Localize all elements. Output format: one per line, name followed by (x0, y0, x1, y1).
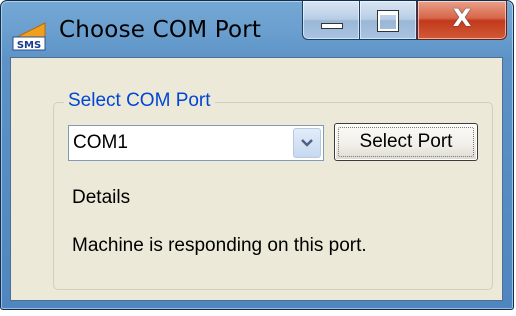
details-label: Details (72, 187, 131, 208)
select-com-port-group: Select COM Port COM1 Select Port Details… (53, 90, 493, 290)
com-port-dropdown[interactable]: COM1 (68, 125, 324, 161)
close-button[interactable]: X (417, 1, 507, 40)
select-port-button-label: Select Port (359, 131, 453, 152)
maximize-icon (377, 10, 399, 32)
caption-buttons: X (302, 1, 507, 41)
maximize-button[interactable] (360, 1, 417, 40)
status-text: Machine is responding on this port. (72, 235, 367, 256)
minimize-icon (321, 23, 343, 29)
com-port-selected-value: COM1 (73, 132, 128, 153)
close-icon: X (452, 4, 472, 32)
minimize-button[interactable] (302, 1, 360, 40)
window-title: Choose COM Port (59, 17, 262, 43)
dialog-client-area: Select COM Port COM1 Select Port Details… (10, 57, 503, 301)
title-bar[interactable]: SMS Choose COM Port X (1, 1, 513, 57)
sms-app-icon[interactable]: SMS (11, 19, 47, 51)
app-icon-text: SMS (17, 40, 41, 51)
chevron-down-icon (301, 139, 313, 147)
dialog-window: SMS Choose COM Port X Select COM Port CO… (0, 0, 514, 310)
group-label: Select COM Port (64, 90, 215, 112)
dropdown-arrow-button[interactable] (293, 128, 321, 158)
select-port-button[interactable]: Select Port (334, 123, 478, 161)
